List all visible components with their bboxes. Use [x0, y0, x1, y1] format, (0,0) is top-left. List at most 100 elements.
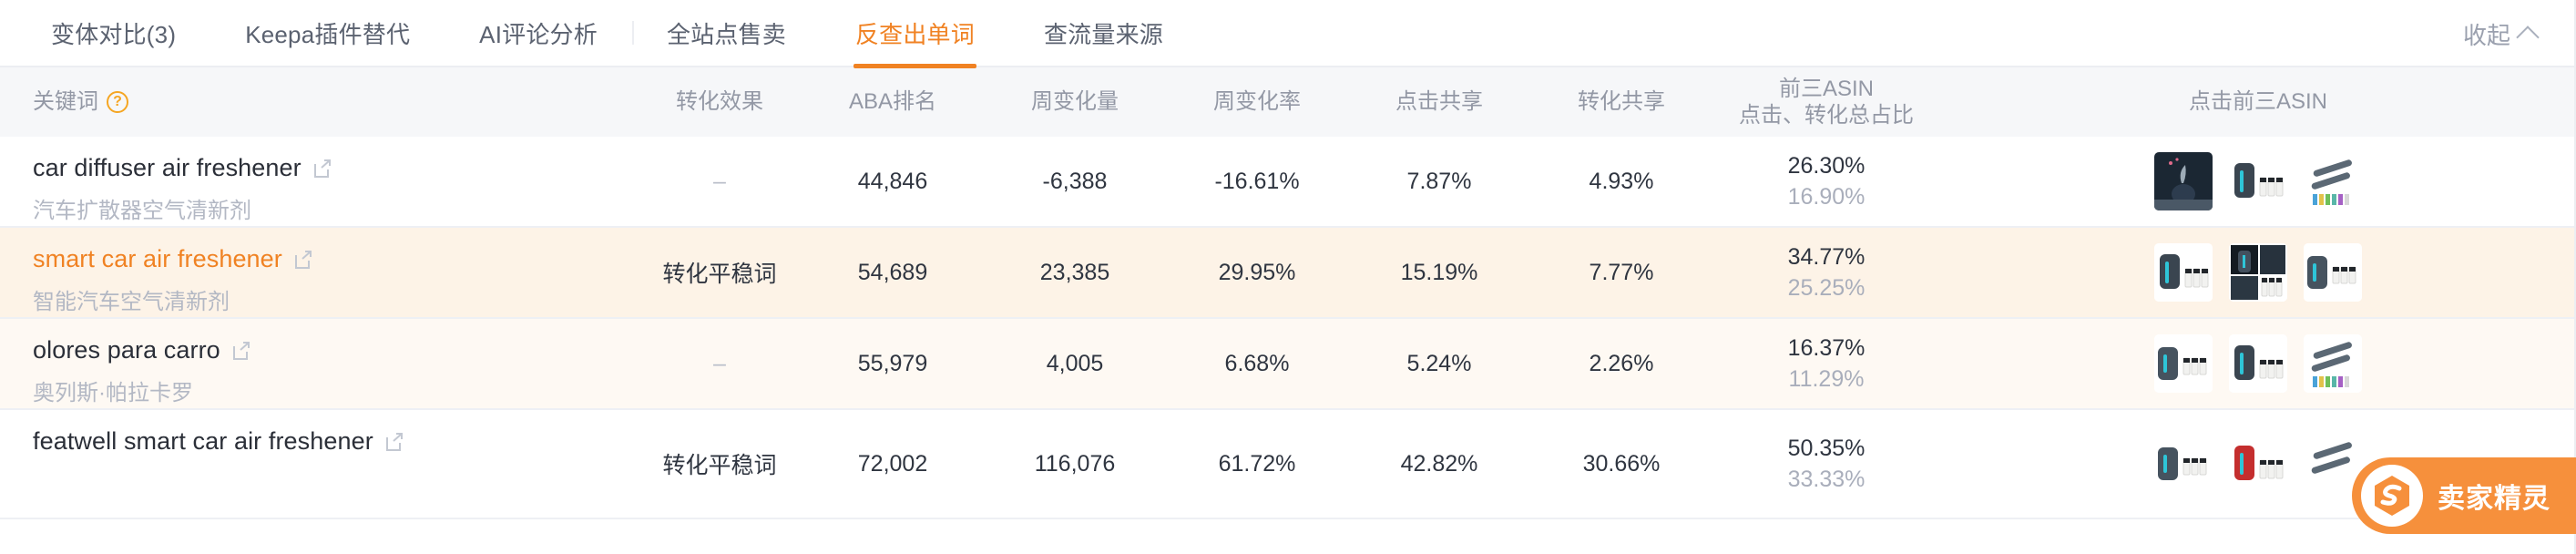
column-header-keyword: 关键词 ? [0, 88, 638, 115]
keyword-text: olores para carro [33, 336, 220, 364]
product-thumbnail[interactable] [2229, 243, 2287, 302]
top3-click-value: 34.77% [1787, 243, 1866, 270]
product-thumbnail[interactable] [2154, 435, 2213, 493]
value: 54,689 [857, 259, 928, 285]
cell-week-change: 4,005 [984, 319, 1166, 408]
top3-click-value: 16.37% [1787, 334, 1866, 361]
value: 15.19% [1400, 259, 1478, 285]
external-link-icon[interactable] [293, 250, 313, 270]
watermark-label: 卖家精灵 [2438, 484, 2550, 514]
column-header-top3-asin: 前三ASIN 点击、转化总占比 [1712, 76, 1940, 129]
product-thumbnail[interactable] [2229, 152, 2287, 210]
collapse-button[interactable]: 收起 [2463, 0, 2540, 67]
value: 116,076 [1034, 450, 1116, 477]
value: 30.66% [1582, 450, 1661, 477]
keyword-translation: 奥列斯·帕拉卡罗 [33, 381, 193, 405]
cell-conversion-share: 7.77% [1530, 228, 1712, 317]
column-header-conversion-effect: 转化效果 [638, 88, 802, 115]
column-header-label: 前三ASIN [1778, 76, 1874, 101]
cell-conversion-effect: 转化平稳词 [638, 410, 802, 518]
cell-top3-asin: 16.37% 11.29% [1712, 319, 1940, 408]
cell-aba-rank: 54,689 [802, 228, 984, 317]
cell-top3-asin-images [1940, 137, 2576, 226]
cell-week-change: -6,388 [984, 137, 1166, 226]
cell-week-change: 116,076 [984, 410, 1166, 518]
cell-conversion-share: 2.26% [1530, 319, 1712, 408]
column-header-week-change: 周变化量 [984, 88, 1166, 115]
tab-label: AI评论分析 [479, 20, 598, 48]
value: 7.87% [1406, 168, 1472, 194]
value: 4.93% [1589, 168, 1654, 194]
cell-top3-asin: 26.30% 16.90% [1712, 137, 1940, 226]
keyword-link[interactable]: featwell smart car air freshener [33, 427, 404, 456]
effect-value: 转化平稳词 [662, 262, 777, 287]
table-row[interactable]: smart car air freshener 智能汽车空气清新剂 转化平稳词 … [0, 228, 2576, 319]
keyword-link[interactable]: smart car air freshener [33, 245, 313, 273]
help-icon[interactable]: ? [107, 90, 128, 113]
cell-aba-rank: 44,846 [802, 137, 984, 226]
external-link-icon[interactable] [384, 432, 404, 452]
value: -6,388 [1042, 168, 1108, 194]
tab-label: 反查出单词 [854, 20, 975, 48]
keyword-link[interactable]: olores para carro [33, 336, 251, 364]
value: 72,002 [857, 450, 928, 477]
cell-click-share: 5.24% [1348, 319, 1530, 408]
value: 23,385 [1039, 259, 1110, 285]
tab-label: 查流量来源 [1043, 20, 1163, 48]
table-row[interactable]: car diffuser air freshener 汽车扩散器空气清新剂 – … [0, 137, 2576, 228]
effect-value: 转化平稳词 [662, 453, 777, 478]
cell-conversion-share: 4.93% [1530, 137, 1712, 226]
cell-week-rate: 29.95% [1166, 228, 1348, 317]
cell-top3-asin-images [1940, 228, 2576, 317]
tab-all-site-sales[interactable]: 全站点售卖 [632, 0, 821, 67]
cell-conversion-effect: – [638, 137, 802, 226]
cell-click-share: 7.87% [1348, 137, 1530, 226]
effect-value: – [713, 168, 726, 194]
cell-conversion-effect: 转化平稳词 [638, 228, 802, 317]
keyword-translation: 汽车扩散器空气清新剂 [33, 199, 251, 223]
table-row[interactable]: olores para carro 奥列斯·帕拉卡罗 – 55,979 4,00… [0, 319, 2576, 410]
cell-top3-asin: 50.35% 33.33% [1712, 410, 1940, 518]
tab-variant-compare[interactable]: 变体对比(3) [16, 0, 210, 67]
table-header-row: 关键词 ? 转化效果 ABA排名 周变化量 周变化率 点击共享 转化共享 前三A… [0, 67, 2576, 137]
tab-label: 变体对比(3) [51, 20, 177, 48]
tab-bar: 变体对比(3) Keepa插件替代 AI评论分析 全站点售卖 反查出单词 查流量… [0, 0, 2576, 68]
cell-week-change: 23,385 [984, 228, 1166, 317]
top3-conv-value: 33.33% [1787, 467, 1866, 492]
external-link-icon[interactable] [312, 159, 332, 179]
value: 44,846 [857, 168, 928, 194]
column-header-conversion-share: 转化共享 [1530, 88, 1712, 115]
product-thumbnail[interactable] [2304, 243, 2362, 302]
reverse-keyword-table: 关键词 ? 转化效果 ABA排名 周变化量 周变化率 点击共享 转化共享 前三A… [0, 67, 2576, 519]
product-thumbnail[interactable] [2229, 334, 2287, 393]
product-thumbnail[interactable] [2154, 334, 2213, 393]
product-thumbnail[interactable] [2154, 152, 2213, 210]
cell-aba-rank: 55,979 [802, 319, 984, 408]
cell-week-rate: 61.72% [1166, 410, 1348, 518]
value: 2.26% [1589, 350, 1654, 376]
cell-click-share: 15.19% [1348, 228, 1530, 317]
column-header-top3-asin-images: 点击前三ASIN [1940, 88, 2576, 115]
top3-click-value: 26.30% [1787, 152, 1866, 179]
column-header-label: 点击前三ASIN [2188, 89, 2327, 115]
keyword-text: featwell smart car air freshener [33, 427, 373, 455]
value: 29.95% [1218, 259, 1296, 285]
column-header-label: 转化效果 [676, 89, 763, 115]
product-thumbnail[interactable] [2304, 334, 2362, 393]
tab-reverse-keyword[interactable]: 反查出单词 [821, 0, 1009, 68]
keyword-link[interactable]: car diffuser air freshener [33, 154, 332, 182]
tab-ai-review-analysis[interactable]: AI评论分析 [445, 0, 634, 67]
value: 4,005 [1046, 350, 1104, 376]
value: -16.61% [1214, 168, 1300, 194]
product-thumbnail[interactable] [2304, 152, 2362, 210]
product-thumbnail[interactable] [2154, 243, 2213, 302]
tab-traffic-source[interactable]: 查流量来源 [1009, 0, 1198, 67]
tab-label: 全站点售卖 [666, 20, 786, 48]
chevron-up-icon [2516, 26, 2540, 49]
tab-keepa-alternative[interactable]: Keepa插件替代 [210, 0, 445, 67]
external-link-icon[interactable] [231, 341, 251, 361]
keyword-text: smart car air freshener [33, 245, 282, 272]
table-row[interactable]: featwell smart car air freshener 转化平稳词 7… [0, 410, 2576, 519]
product-thumbnail[interactable] [2229, 435, 2287, 493]
value: 42.82% [1400, 450, 1478, 477]
